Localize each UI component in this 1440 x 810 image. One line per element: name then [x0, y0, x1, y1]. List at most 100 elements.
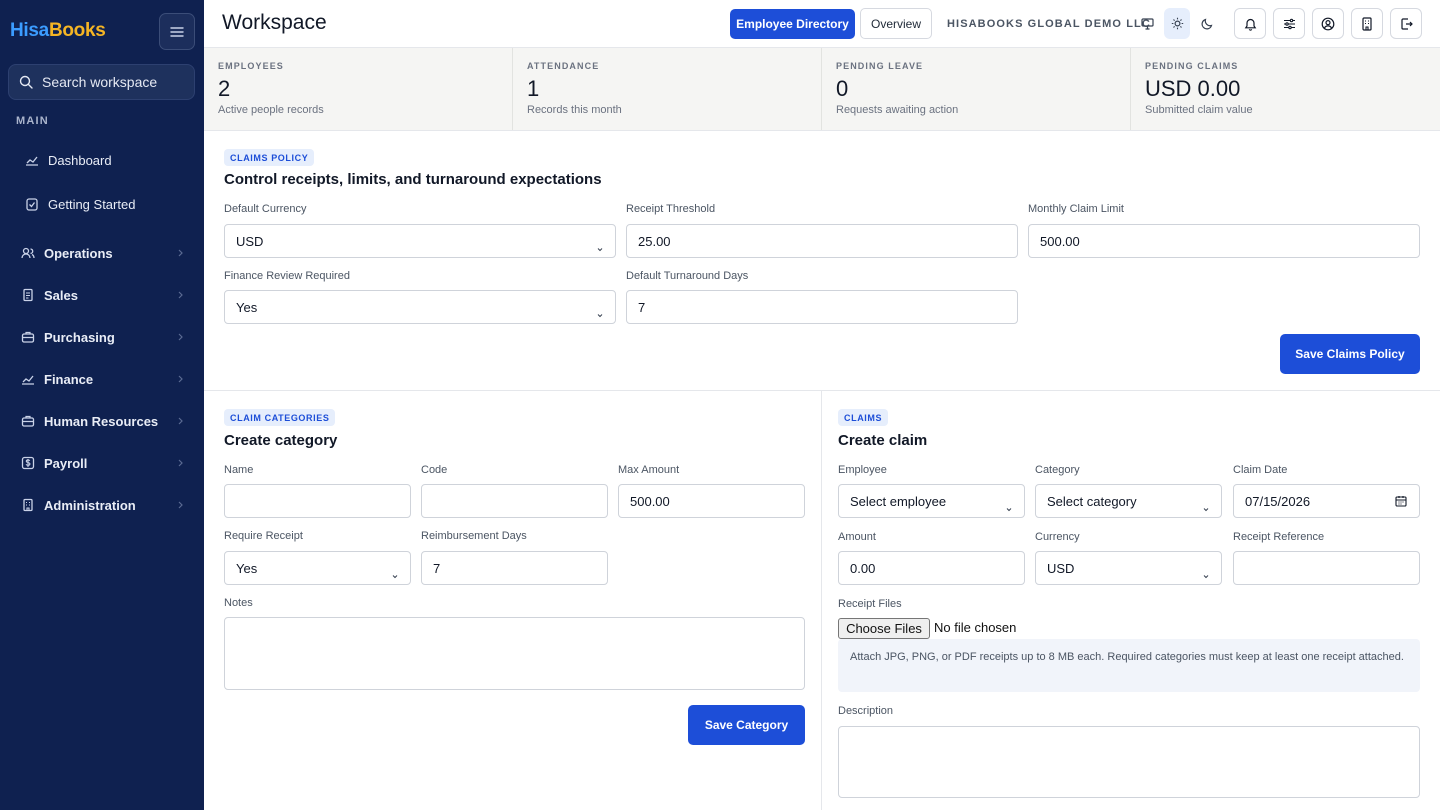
receipt-reference-input[interactable] [1233, 551, 1420, 585]
turnaround-days-input[interactable]: 7 [626, 290, 1018, 324]
receipt-files-hint: Attach JPG, PNG, or PDF receipts up to 8… [838, 639, 1420, 692]
stat-label: PENDING CLAIMS [1145, 61, 1239, 71]
description-label: Description [838, 705, 894, 717]
reimbursement-days-input[interactable]: 7 [421, 551, 608, 585]
profile-button[interactable] [1312, 8, 1344, 39]
claim-date-input[interactable]: 07/15/2026 [1233, 484, 1420, 518]
claim-category-select[interactable]: Select category [1035, 484, 1222, 518]
sidebar-item-label: Administration [44, 497, 136, 513]
description-textarea[interactable] [838, 726, 1420, 798]
amount-label: Amount [838, 531, 876, 543]
sidebar-item-purchasing[interactable]: Purchasing [0, 322, 204, 352]
receipt-threshold-value: 25.00 [638, 233, 671, 249]
chevron-right-icon [177, 456, 185, 475]
category-name-input[interactable] [224, 484, 411, 518]
turnaround-days-label: Default Turnaround Days [626, 270, 749, 282]
sidebar-item-operations[interactable]: Operations [0, 238, 204, 268]
stat-pending-claims: PENDING CLAIMS USD 0.00 Submitted claim … [1131, 48, 1440, 130]
reimbursement-days-label: Reimbursement Days [421, 530, 527, 542]
theme-dark-button[interactable] [1194, 8, 1220, 39]
max-amount-label: Max Amount [618, 464, 680, 476]
logout-button[interactable] [1390, 8, 1422, 39]
finance-review-value: Yes [236, 299, 258, 315]
currency-select[interactable]: USD [1035, 551, 1222, 585]
claim-category-value: Select category [1047, 493, 1137, 509]
amount-input[interactable]: 0.00 [838, 551, 1025, 585]
theme-system-button[interactable] [1134, 8, 1160, 39]
category-code-input[interactable] [421, 484, 608, 518]
claim-category-label: Category [1035, 464, 1080, 476]
amount-value: 0.00 [850, 560, 876, 576]
monthly-limit-value: 500.00 [1040, 233, 1080, 249]
chevron-right-icon [177, 330, 185, 349]
sidebar-item-payroll[interactable]: Payroll [0, 448, 204, 478]
column-divider [821, 391, 822, 810]
employee-directory-button[interactable]: Employee Directory [730, 9, 855, 39]
company-button[interactable] [1351, 8, 1383, 39]
receipt-threshold-input[interactable]: 25.00 [626, 224, 1018, 258]
require-receipt-value: Yes [236, 560, 258, 576]
sidebar-item-label: Sales [44, 287, 78, 303]
employee-value: Select employee [850, 493, 947, 509]
notes-textarea[interactable] [224, 617, 805, 690]
sidebar-item-getting-started[interactable]: Getting Started [0, 189, 204, 219]
create-category-title: Create category [224, 432, 338, 449]
max-amount-value: 500.00 [630, 493, 670, 509]
logo[interactable]: HisaBooks [10, 20, 106, 42]
logout-icon [1400, 17, 1413, 30]
stat-value: 0 [836, 76, 849, 101]
sidebar-item-label: Operations [44, 245, 113, 261]
hamburger-icon [170, 26, 184, 37]
menu-toggle-button[interactable] [159, 13, 195, 50]
monthly-limit-label: Monthly Claim Limit [1028, 203, 1124, 215]
choose-files-button[interactable]: Choose Files [838, 618, 930, 639]
monthly-limit-input[interactable]: 500.00 [1028, 224, 1420, 258]
user-circle-icon [1321, 17, 1335, 30]
claim-date-value: 07/15/2026 [1245, 493, 1311, 509]
sidebar: HisaBooks Search workspace MAIN Dashboar… [0, 0, 204, 810]
moon-icon [1201, 18, 1213, 29]
stat-pending-leave: PENDING LEAVE 0 Requests awaiting action [822, 48, 1131, 130]
users-icon [20, 245, 36, 261]
default-currency-value: USD [236, 233, 264, 249]
currency-value: USD [1047, 560, 1075, 576]
overview-button[interactable]: Overview [860, 8, 932, 39]
default-currency-select[interactable]: USD [224, 224, 616, 258]
receipt-icon [20, 287, 36, 303]
search-input[interactable]: Search workspace [8, 64, 195, 100]
save-category-button[interactable]: Save Category [688, 705, 805, 745]
chevron-right-icon [177, 498, 185, 517]
max-amount-input[interactable]: 500.00 [618, 484, 805, 518]
briefcase-icon [20, 413, 36, 429]
sidebar-item-sales[interactable]: Sales [0, 280, 204, 310]
sidebar-item-label: Finance [44, 371, 94, 387]
require-receipt-select[interactable]: Yes [224, 551, 411, 585]
caret-down-icon [597, 240, 603, 255]
sidebar-item-human-resources[interactable]: Human Resources [0, 406, 204, 436]
employee-select[interactable]: Select employee [838, 484, 1025, 518]
receipt-reference-label: Receipt Reference [1233, 531, 1325, 543]
category-code-label: Code [421, 464, 448, 476]
building-icon [1362, 16, 1372, 31]
sidebar-item-label: Purchasing [44, 329, 115, 345]
briefcase-icon [20, 329, 36, 345]
chart-line-icon [20, 371, 36, 387]
calendar-icon[interactable] [1395, 495, 1407, 510]
sidebar-item-finance[interactable]: Finance [0, 364, 204, 394]
theme-light-button[interactable] [1164, 8, 1190, 39]
caret-down-icon [1006, 500, 1012, 515]
require-receipt-label: Require Receipt [224, 530, 303, 542]
settings-sliders-button[interactable] [1273, 8, 1305, 39]
sidebar-item-dashboard[interactable]: Dashboard [0, 145, 204, 175]
top-header: Workspace Employee Directory Overview HI… [204, 0, 1440, 48]
stat-value: 2 [218, 76, 231, 101]
stat-caption: Submitted claim value [1145, 104, 1253, 116]
search-placeholder: Search workspace [42, 74, 158, 90]
notifications-button[interactable] [1234, 8, 1266, 39]
currency-label: Currency [1035, 531, 1080, 543]
save-claims-policy-button[interactable]: Save Claims Policy [1280, 334, 1420, 374]
section-divider [204, 390, 1440, 391]
building-icon [20, 497, 36, 513]
finance-review-select[interactable]: Yes [224, 290, 616, 324]
sidebar-item-administration[interactable]: Administration [0, 490, 204, 520]
